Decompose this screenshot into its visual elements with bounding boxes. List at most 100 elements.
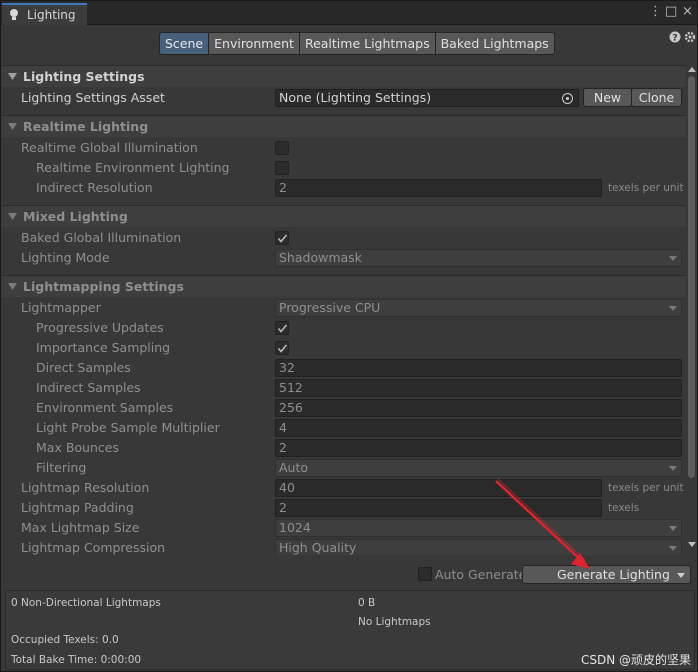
environment-samples-input[interactable]: 256 — [275, 399, 682, 417]
button-label: Generate Lighting — [557, 567, 670, 582]
importance-sampling-checkbox[interactable] — [275, 341, 289, 355]
row-indirect-samples: Indirect Samples 512 — [2, 378, 686, 398]
dropdown-value: Shadowmask — [279, 250, 362, 265]
auto-generate-label: Auto Generate — [435, 567, 527, 582]
foldout-arrow-icon — [8, 213, 17, 220]
clone-button[interactable]: Clone — [631, 88, 682, 107]
row-indirect-resolution: Indirect Resolution 2 texels per unit — [2, 178, 686, 198]
field-label: Indirect Samples — [36, 380, 141, 395]
object-picker-icon[interactable] — [562, 93, 573, 104]
generate-lighting-button[interactable]: Generate Lighting — [522, 565, 691, 584]
dropdown-value: 1024 — [279, 520, 311, 535]
vertical-scrollbar[interactable] — [686, 63, 697, 551]
indirect-samples-input[interactable]: 512 — [275, 379, 682, 397]
row-max-lightmap-size: Max Lightmap Size 1024 — [2, 518, 686, 538]
field-label: Lightmap Padding — [21, 500, 134, 515]
field-label: Lightmapper — [21, 300, 101, 315]
dropdown-value: High Quality — [279, 540, 357, 555]
section-realtime-lighting[interactable]: Realtime Lighting — [2, 115, 686, 137]
more-options-icon[interactable]: ⋮ — [649, 5, 662, 19]
section-title: Realtime Lighting — [23, 119, 149, 134]
filtering-dropdown[interactable]: Auto — [275, 459, 682, 477]
section-lighting-settings[interactable]: Lighting Settings — [2, 65, 686, 87]
tab-bar: Lighting ⋮ □ × — [1, 1, 697, 25]
field-label: Lightmap Compression — [21, 540, 166, 555]
field-label: Direct Samples — [36, 360, 131, 375]
lighting-settings-asset-field[interactable]: None (Lighting Settings) — [275, 89, 579, 107]
gear-icon[interactable] — [684, 31, 696, 43]
max-bounces-input[interactable]: 2 — [275, 439, 682, 457]
section-title: Lighting Settings — [23, 69, 145, 84]
realtime-env-checkbox[interactable] — [275, 161, 289, 175]
lightbulb-icon — [8, 8, 22, 22]
light-probe-multiplier-input[interactable]: 4 — [275, 419, 682, 437]
tab-scene[interactable]: Scene — [159, 32, 210, 55]
lightmap-resolution-input[interactable]: 40 — [275, 479, 602, 497]
field-label: Lighting Settings Asset — [21, 90, 165, 105]
field-label: Realtime Environment Lighting — [36, 160, 230, 175]
lightmap-compression-dropdown[interactable]: High Quality — [275, 539, 682, 555]
scroll-up-icon[interactable] — [688, 67, 696, 72]
row-lightmap-compression: Lightmap Compression High Quality — [2, 538, 686, 555]
dropdown-arrow-icon — [669, 256, 677, 261]
tab-lighting[interactable]: Lighting — [2, 3, 87, 25]
row-environment-samples: Environment Samples 256 — [2, 398, 686, 418]
mode-toolbar: Scene Environment Realtime Lightmaps Bak… — [1, 26, 697, 62]
dropdown-arrow-icon — [669, 546, 677, 551]
direct-samples-input[interactable]: 32 — [275, 359, 682, 377]
foldout-arrow-icon — [8, 73, 17, 80]
field-label: Max Lightmap Size — [21, 520, 140, 535]
lightmapper-dropdown[interactable]: Progressive CPU — [275, 299, 682, 317]
row-lightmap-padding: Lightmap Padding 2 texels — [2, 498, 686, 518]
lighting-mode-dropdown[interactable]: Shadowmask — [275, 249, 682, 267]
watermark-text: CSDN @顽皮的坚果 — [581, 653, 692, 667]
dropdown-arrow-icon — [669, 466, 677, 471]
close-icon[interactable]: × — [682, 5, 693, 19]
section-mixed-lighting[interactable]: Mixed Lighting — [2, 205, 686, 227]
row-realtime-env-lighting: Realtime Environment Lighting — [2, 158, 686, 178]
field-label: Lighting Mode — [21, 250, 110, 265]
row-direct-samples: Direct Samples 32 — [2, 358, 686, 378]
max-lightmap-size-dropdown[interactable]: 1024 — [275, 519, 682, 537]
field-value: None (Lighting Settings) — [279, 90, 432, 105]
unit-label: texels per unit — [608, 482, 684, 494]
field-label: Realtime Global Illumination — [21, 140, 198, 155]
tab-title: Lighting — [27, 8, 76, 22]
progressive-updates-checkbox[interactable] — [275, 321, 289, 335]
mode-tabs: Scene Environment Realtime Lightmaps Bak… — [159, 32, 555, 56]
scroll-down-icon[interactable] — [688, 542, 696, 547]
lighting-window: Lighting ⋮ □ × Scene Environment Realtim… — [0, 0, 698, 672]
new-button[interactable]: New — [583, 88, 632, 107]
row-lighting-mode: Lighting Mode Shadowmask — [2, 248, 686, 268]
occupied-texels: Occupied Texels: 0.0 — [11, 634, 119, 646]
scroll-thumb[interactable] — [688, 76, 695, 478]
section-title: Mixed Lighting — [23, 209, 128, 224]
section-lightmapping-settings[interactable]: Lightmapping Settings — [2, 275, 686, 297]
section-title: Lightmapping Settings — [23, 279, 184, 294]
help-icon[interactable]: ? — [669, 31, 681, 43]
svg-text:?: ? — [672, 34, 677, 44]
tab-environment[interactable]: Environment — [209, 32, 300, 55]
row-light-probe-multiplier: Light Probe Sample Multiplier 4 — [2, 418, 686, 438]
lightmap-count: 0 Non-Directional Lightmaps — [11, 597, 161, 609]
row-max-bounces: Max Bounces 2 — [2, 438, 686, 458]
dropdown-arrow-icon — [669, 306, 677, 311]
baked-gi-checkbox[interactable] — [275, 231, 289, 245]
tab-baked-lightmaps[interactable]: Baked Lightmaps — [435, 32, 555, 55]
dropdown-arrow-icon[interactable] — [677, 573, 685, 578]
tab-realtime-lightmaps[interactable]: Realtime Lightmaps — [299, 32, 436, 55]
auto-generate-checkbox[interactable] — [418, 567, 432, 581]
lightmap-size: 0 B — [358, 597, 376, 609]
row-filtering: Filtering Auto — [2, 458, 686, 478]
field-label: Environment Samples — [36, 400, 174, 415]
dropdown-arrow-icon — [669, 526, 677, 531]
realtime-gi-checkbox[interactable] — [275, 141, 289, 155]
generate-bar: Auto Generate Generate Lighting — [1, 561, 697, 589]
row-progressive-updates: Progressive Updates — [2, 318, 686, 338]
maximize-icon[interactable]: □ — [665, 5, 677, 19]
indirect-resolution-input[interactable]: 2 — [275, 179, 602, 197]
row-realtime-gi: Realtime Global Illumination — [2, 138, 686, 158]
lightmap-padding-input[interactable]: 2 — [275, 499, 602, 517]
checkmark-icon — [277, 344, 288, 353]
row-lightmapper: Lightmapper Progressive CPU — [2, 298, 686, 318]
